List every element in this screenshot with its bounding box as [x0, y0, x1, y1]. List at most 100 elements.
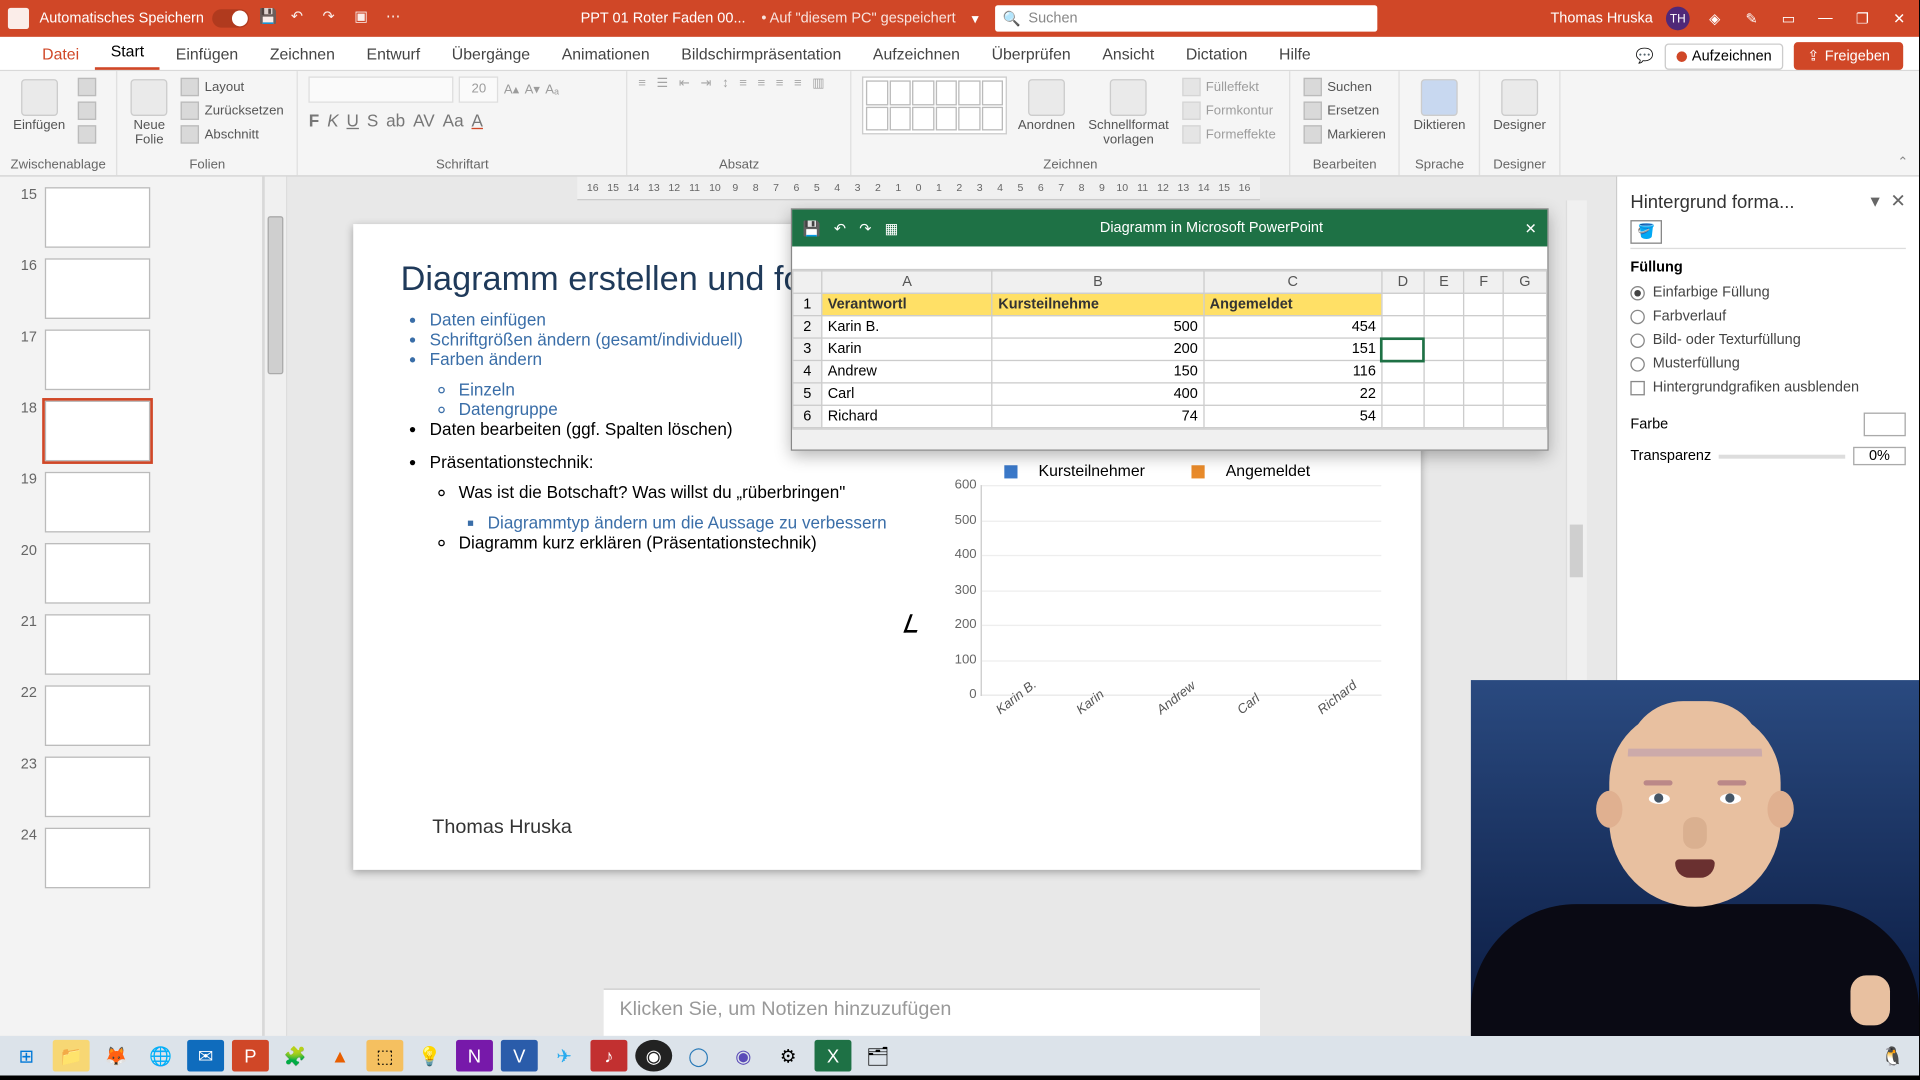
effects-button[interactable]: Formeffekte: [1179, 124, 1278, 145]
app-icon[interactable]: 🗂: [859, 1040, 896, 1072]
record-button[interactable]: Aufzeichnen: [1664, 43, 1783, 69]
tab-record[interactable]: Aufzeichnen: [857, 38, 976, 70]
minimize-icon[interactable]: —: [1814, 7, 1838, 31]
slide-thumbnail[interactable]: 23: [0, 751, 262, 822]
obs-icon[interactable]: ◉: [635, 1040, 672, 1072]
tab-animations[interactable]: Animationen: [546, 38, 666, 70]
grid-icon[interactable]: ▦: [885, 219, 899, 236]
tab-start[interactable]: Start: [95, 36, 160, 70]
autosave-toggle[interactable]: Automatisches Speichern: [40, 9, 249, 27]
shapes-gallery[interactable]: [862, 76, 1007, 134]
app-icon[interactable]: ♪: [590, 1040, 627, 1072]
tab-view[interactable]: Ansicht: [1087, 38, 1171, 70]
slide-thumbnail[interactable]: 19: [0, 467, 262, 538]
fill-button[interactable]: Fülleffekt: [1179, 76, 1261, 97]
app-icon[interactable]: ◯: [680, 1040, 717, 1072]
hide-bg-checkbox[interactable]: Hintergrundgrafiken ausblenden: [1630, 376, 1905, 400]
redo-icon[interactable]: ↷: [859, 219, 871, 236]
undo-icon[interactable]: ↶: [834, 219, 846, 236]
search-input[interactable]: 🔍 Suchen: [995, 5, 1377, 31]
paste-button[interactable]: Einfügen: [11, 76, 68, 135]
font-name-input[interactable]: [309, 76, 454, 102]
fill-gradient-option[interactable]: Farbverlauf: [1630, 304, 1905, 328]
taskbar[interactable]: ⊞ 📁 🦊 🌐 ✉ P 🧩 ▲ ⬚ 💡 N V ✈ ♪ ◉ ◯ ◉ ⚙ X 🗂 …: [0, 1036, 1919, 1076]
comments-icon[interactable]: 💬: [1636, 47, 1654, 64]
bullets-button[interactable]: ≡: [638, 76, 646, 90]
paint-bucket-icon[interactable]: 🪣: [1630, 220, 1661, 244]
vlc-icon[interactable]: ▲: [322, 1040, 359, 1072]
spacing-button[interactable]: AV: [413, 111, 435, 131]
color-picker[interactable]: [1864, 413, 1906, 437]
app-icon[interactable]: 🧩: [277, 1040, 314, 1072]
shadow-button[interactable]: ab: [386, 111, 405, 131]
chevron-down-icon[interactable]: ▾: [1871, 190, 1880, 212]
slide-thumbnail[interactable]: 16: [0, 253, 262, 324]
thumb-scrollbar[interactable]: [264, 177, 288, 1036]
save-icon[interactable]: 💾: [803, 219, 821, 236]
explorer-icon[interactable]: 📁: [53, 1040, 90, 1072]
settings-icon[interactable]: ⚙: [770, 1040, 807, 1072]
tab-slideshow[interactable]: Bildschirmpräsentation: [665, 38, 857, 70]
tab-design[interactable]: Entwurf: [351, 38, 436, 70]
datasheet-grid[interactable]: ABCDEFG1VerantwortlKursteilnehmeAngemeld…: [792, 270, 1547, 428]
slide-thumbnail[interactable]: 24: [0, 822, 262, 893]
chevron-down-icon[interactable]: ▾: [971, 10, 978, 27]
filename[interactable]: PPT 01 Roter Faden 00...: [581, 11, 746, 27]
underline-button[interactable]: U: [347, 111, 359, 131]
avatar[interactable]: TH: [1666, 7, 1690, 31]
onenote-icon[interactable]: N: [456, 1040, 493, 1072]
slide-thumbnail[interactable]: 17: [0, 324, 262, 395]
app-icon[interactable]: ⬚: [366, 1040, 403, 1072]
case-button[interactable]: Aa: [443, 111, 464, 131]
window-icon[interactable]: ▭: [1777, 7, 1801, 31]
copy-button[interactable]: [76, 100, 100, 121]
find-button[interactable]: Suchen: [1301, 76, 1375, 97]
close-icon[interactable]: ✕: [1890, 190, 1905, 212]
firefox-icon[interactable]: 🦊: [98, 1040, 135, 1072]
dictate-button[interactable]: Diktieren: [1411, 76, 1468, 135]
quickformat-button[interactable]: Schnellformat vorlagen: [1086, 76, 1172, 150]
columns-button[interactable]: ▥: [812, 76, 824, 90]
more-icon[interactable]: ⋯: [386, 8, 407, 29]
collapse-ribbon-icon[interactable]: ⌃: [1887, 150, 1919, 175]
chart[interactable]: Kursteilnehmer Angemeldet 01002003004005…: [933, 461, 1381, 764]
tab-file[interactable]: Datei: [26, 38, 95, 70]
close-icon[interactable]: ✕: [1525, 219, 1537, 236]
format-painter-button[interactable]: [76, 124, 100, 145]
slide-thumbnail[interactable]: 21: [0, 609, 262, 680]
slide-thumbnail[interactable]: 22: [0, 680, 262, 751]
font-size-input[interactable]: 20: [459, 76, 499, 102]
app-icon[interactable]: 💡: [411, 1040, 448, 1072]
select-button[interactable]: Markieren: [1301, 124, 1389, 145]
pen-icon[interactable]: ✎: [1740, 7, 1764, 31]
start-icon[interactable]: ⊞: [8, 1040, 45, 1072]
app-icon[interactable]: ◉: [725, 1040, 762, 1072]
indent-dec-button[interactable]: ⇤: [679, 76, 690, 90]
strike-button[interactable]: S: [367, 111, 378, 131]
datasheet-scrollbar[interactable]: [792, 428, 1547, 449]
tab-dictation[interactable]: Dictation: [1170, 38, 1263, 70]
transparency-slider[interactable]: [1719, 454, 1845, 458]
thumbnail-pane[interactable]: 15161718192021222324: [0, 177, 264, 1036]
tab-draw[interactable]: Zeichnen: [254, 38, 351, 70]
tab-review[interactable]: Überprüfen: [976, 38, 1087, 70]
transparency-value[interactable]: 0%: [1853, 447, 1906, 465]
replace-button[interactable]: Ersetzen: [1301, 100, 1382, 121]
slide-thumbnail[interactable]: 18: [0, 395, 262, 466]
tray-icon[interactable]: 🐧: [1874, 1040, 1911, 1072]
telegram-icon[interactable]: ✈: [546, 1040, 583, 1072]
undo-icon[interactable]: ↶: [291, 8, 312, 29]
justify-button[interactable]: ≡: [794, 76, 802, 90]
align-center-button[interactable]: ≡: [757, 76, 765, 90]
chart-datasheet-window[interactable]: 💾 ↶ ↷ ▦ Diagramm in Microsoft PowerPoint…: [791, 208, 1549, 451]
redo-icon[interactable]: ↷: [323, 8, 344, 29]
notes-input[interactable]: Klicken Sie, um Notizen hinzuzufügen: [604, 988, 1260, 1035]
outline-button[interactable]: Formkontur: [1179, 100, 1275, 121]
tab-transitions[interactable]: Übergänge: [436, 38, 546, 70]
tab-help[interactable]: Hilfe: [1263, 38, 1326, 70]
user-name[interactable]: Thomas Hruska: [1550, 11, 1652, 27]
datasheet-titlebar[interactable]: 💾 ↶ ↷ ▦ Diagramm in Microsoft PowerPoint…: [792, 210, 1547, 247]
powerpoint-icon[interactable]: P: [232, 1040, 269, 1072]
reset-button[interactable]: Zurücksetzen: [178, 100, 286, 121]
section-button[interactable]: Abschnitt: [178, 124, 261, 145]
